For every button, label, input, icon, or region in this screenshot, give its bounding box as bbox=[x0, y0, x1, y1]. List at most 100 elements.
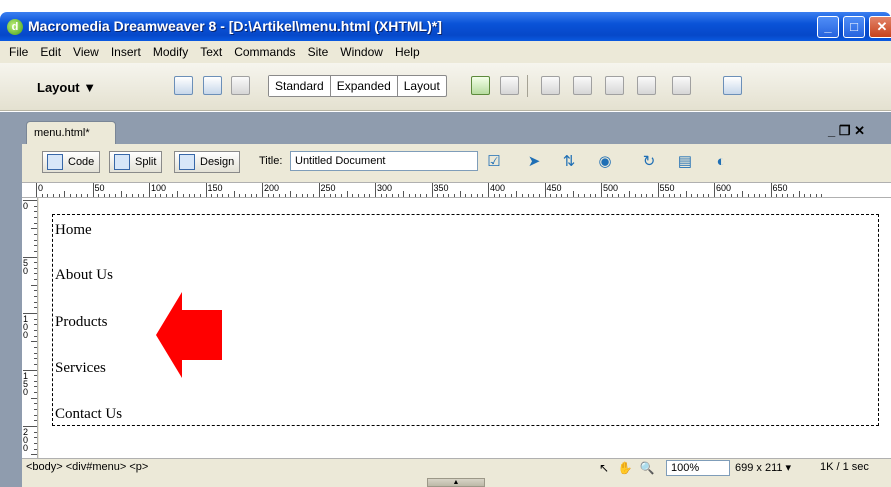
view-options-icon[interactable]: ▤ bbox=[676, 153, 694, 171]
minimize-button[interactable]: _ bbox=[817, 16, 839, 38]
ruler-label: 300 bbox=[377, 183, 393, 193]
menu-file[interactable]: File bbox=[3, 45, 34, 59]
split-view-button[interactable]: Split bbox=[109, 151, 163, 173]
menu-text[interactable]: Text bbox=[194, 45, 228, 59]
ruler-tick bbox=[295, 194, 297, 197]
menu-item-about-us[interactable]: About Us bbox=[55, 267, 113, 284]
layout-table-icon[interactable] bbox=[471, 76, 490, 95]
ruler-tick bbox=[34, 392, 37, 394]
menu-site[interactable]: Site bbox=[302, 45, 335, 59]
menu-view[interactable]: View bbox=[67, 45, 105, 59]
properties-expander-handle[interactable]: ▲ bbox=[427, 478, 485, 487]
ruler-tick bbox=[34, 386, 37, 388]
ruler-tick bbox=[31, 284, 37, 286]
ruler-tick bbox=[742, 191, 744, 197]
ruler-tick bbox=[92, 183, 94, 197]
ruler-tick bbox=[595, 194, 597, 197]
horizontal-ruler: 0 50 100 150 200 250 300 350 400 450 500 550 600 650 bbox=[22, 182, 891, 198]
insert-category-dropdown[interactable]: Layout ▼ bbox=[37, 80, 96, 95]
toolbar-separator bbox=[527, 75, 528, 97]
table-icon[interactable] bbox=[174, 76, 193, 95]
standard-mode-button[interactable]: Standard bbox=[269, 76, 331, 96]
layout-cell-icon[interactable] bbox=[500, 76, 519, 95]
menu-commands[interactable]: Commands bbox=[228, 45, 301, 59]
ruler-tick bbox=[34, 211, 37, 213]
code-view-button[interactable]: Code bbox=[42, 151, 101, 173]
menu-item-services[interactable]: Services bbox=[55, 360, 106, 377]
ruler-tick bbox=[629, 191, 631, 197]
ruler-tick bbox=[31, 454, 37, 456]
ruler-tick bbox=[34, 448, 37, 450]
ruler-tick bbox=[324, 194, 326, 197]
ruler-tick bbox=[747, 194, 749, 197]
ruler-tick bbox=[34, 301, 37, 303]
ruler-tick bbox=[182, 194, 184, 197]
file-management-icon[interactable]: ⇅ bbox=[560, 153, 578, 171]
design-view-button[interactable]: Design bbox=[174, 151, 241, 173]
ruler-tick bbox=[634, 194, 636, 197]
ruler-tick bbox=[651, 194, 653, 197]
refresh-icon[interactable]: ↻ bbox=[640, 153, 658, 171]
zoom-tool-icon[interactable]: 🔍 bbox=[639, 460, 655, 476]
menu-help[interactable]: Help bbox=[389, 45, 426, 59]
frames-icon[interactable] bbox=[231, 76, 250, 95]
ruler-tick bbox=[31, 341, 37, 343]
insert-rows-icon[interactable] bbox=[541, 76, 560, 95]
ruler-tick bbox=[798, 191, 800, 197]
ruler-label: 450 bbox=[546, 183, 562, 193]
window-size-popup[interactable]: 699 x 211 ▾ bbox=[735, 461, 791, 474]
ruler-tick bbox=[815, 194, 817, 197]
ruler-tick bbox=[34, 329, 37, 331]
layout-mode-button[interactable]: Layout bbox=[398, 76, 446, 96]
tag-selector[interactable]: <body> <div#menu> <p> bbox=[26, 461, 148, 473]
ruler-tick bbox=[41, 194, 43, 197]
ruler-tick bbox=[273, 194, 275, 197]
insert-columns-icon[interactable] bbox=[573, 76, 592, 95]
hand-tool-icon[interactable]: ✋ bbox=[617, 460, 633, 476]
frame-layout-icon[interactable] bbox=[672, 76, 691, 95]
insert-column-right-icon[interactable] bbox=[637, 76, 656, 95]
menu-insert[interactable]: Insert bbox=[105, 45, 147, 59]
ruler-tick bbox=[34, 273, 37, 275]
browser-compatibility-icon[interactable]: ➤ bbox=[525, 153, 543, 171]
title-input[interactable] bbox=[290, 151, 478, 171]
ruler-tick bbox=[103, 194, 105, 197]
ruler-tick bbox=[318, 183, 320, 197]
document-window-controls[interactable]: _ ❐ ✕ bbox=[828, 123, 865, 139]
ruler-tick bbox=[674, 194, 676, 197]
insert-row-below-icon[interactable] bbox=[605, 76, 624, 95]
menu-edit[interactable]: Edit bbox=[34, 45, 67, 59]
ruler-label: 200 bbox=[23, 427, 29, 453]
validate-markup-icon[interactable]: ☑ bbox=[485, 153, 503, 171]
ruler-tick bbox=[34, 239, 37, 241]
ruler-tick bbox=[567, 194, 569, 197]
ruler-tick bbox=[329, 194, 331, 197]
ruler-label: 400 bbox=[490, 183, 506, 193]
tabular-data-icon[interactable] bbox=[723, 76, 742, 95]
ruler-tick bbox=[533, 194, 535, 197]
menu-modify[interactable]: Modify bbox=[147, 45, 194, 59]
close-button[interactable]: ✕ bbox=[869, 16, 891, 38]
preview-in-browser-icon[interactable]: ◉ bbox=[596, 153, 614, 171]
zoom-select[interactable]: 100% bbox=[666, 460, 730, 476]
ruler-tick bbox=[476, 194, 478, 197]
insert-bar: Layout ▼ Standard Expanded Layout bbox=[0, 63, 891, 111]
menu-item-home[interactable]: Home bbox=[55, 222, 92, 239]
select-tool-icon[interactable]: ↖ bbox=[596, 460, 612, 476]
menu-item-contact-us[interactable]: Contact Us bbox=[55, 406, 122, 423]
ruler-tick bbox=[34, 324, 37, 326]
maximize-button[interactable]: □ bbox=[843, 16, 865, 38]
split-view-icon bbox=[114, 154, 130, 170]
expanded-mode-button[interactable]: Expanded bbox=[331, 76, 398, 96]
layer-icon[interactable] bbox=[203, 76, 222, 95]
ruler-tick bbox=[34, 380, 37, 382]
menu-item-products[interactable]: Products bbox=[55, 314, 108, 331]
visual-aids-icon[interactable]: ◐ bbox=[712, 153, 730, 171]
ruler-label: 50 bbox=[23, 257, 29, 276]
menu-window[interactable]: Window bbox=[334, 45, 389, 59]
ruler-tick bbox=[149, 183, 150, 197]
ruler-tick bbox=[301, 194, 303, 197]
ruler-tick bbox=[81, 194, 83, 197]
ruler-tick bbox=[459, 191, 461, 197]
document-tab[interactable]: menu.html* bbox=[26, 121, 116, 144]
